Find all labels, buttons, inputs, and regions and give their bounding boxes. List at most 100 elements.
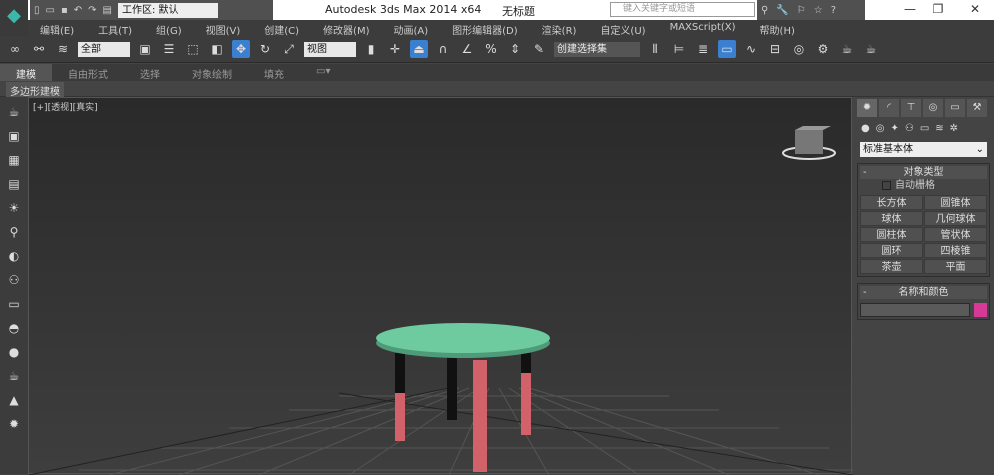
scene-explorer-icon[interactable]: ▭ xyxy=(718,40,736,58)
angle-snap-icon[interactable]: ∠ xyxy=(458,40,476,58)
menu-rendering[interactable]: 渲染(R) xyxy=(530,20,589,37)
table-model[interactable] xyxy=(376,323,550,472)
menu-maxscript[interactable]: MAXScript(X) xyxy=(658,20,748,36)
viewcube[interactable] xyxy=(782,126,836,160)
ribbon-options-icon[interactable]: ▭▾ xyxy=(300,64,346,81)
undo-icon[interactable]: ↶ xyxy=(74,5,82,16)
geosphere-button[interactable]: 几何球体 xyxy=(924,211,987,226)
menu-modifiers[interactable]: 修改器(M) xyxy=(311,20,381,37)
modify-tab-icon[interactable]: ◜ xyxy=(879,99,899,117)
search-input[interactable]: 键入关键字或短语 xyxy=(610,2,755,17)
new-icon[interactable]: ▯ xyxy=(34,5,40,16)
star-icon[interactable]: ☆ xyxy=(814,5,823,16)
rendered-frame-icon[interactable]: ☕ xyxy=(838,40,856,58)
menu-views[interactable]: 视图(V) xyxy=(194,20,253,37)
object-color-swatch[interactable] xyxy=(974,303,987,317)
curve-editor-icon[interactable]: ∿ xyxy=(742,40,760,58)
render-icon[interactable]: ☕ xyxy=(862,40,880,58)
menu-graph-editors[interactable]: 图形编辑器(D) xyxy=(440,20,530,37)
cone-button[interactable]: 圆锥体 xyxy=(924,195,987,210)
motion-tab-icon[interactable]: ◎ xyxy=(923,99,943,117)
app-logo-button[interactable]: ◆ xyxy=(0,0,28,36)
menu-animation[interactable]: 动画(A) xyxy=(382,20,441,37)
rotate-icon[interactable]: ↻ xyxy=(256,40,274,58)
cameras-icon[interactable]: ⚇ xyxy=(905,123,914,134)
unlink-icon[interactable]: ⚯ xyxy=(30,40,48,58)
shapes-icon[interactable]: ◎ xyxy=(876,123,885,134)
align-icon[interactable]: ⊨ xyxy=(670,40,688,58)
menu-edit[interactable]: 编辑(E) xyxy=(28,20,86,37)
systems-icon[interactable]: ✲ xyxy=(950,123,958,134)
plane-button[interactable]: 平面 xyxy=(924,259,987,274)
menu-tools[interactable]: 工具(T) xyxy=(86,20,144,37)
tab-modeling[interactable]: 建模 xyxy=(0,64,52,81)
light-icon[interactable]: ☀ xyxy=(5,199,23,217)
cylinder-button[interactable]: 圆柱体 xyxy=(860,227,923,242)
menu-create[interactable]: 创建(C) xyxy=(252,20,311,37)
teapot2-icon[interactable]: ☕ xyxy=(5,367,23,385)
box-icon[interactable]: ▭ xyxy=(5,295,23,313)
reference-coord-dropdown[interactable]: 视图 xyxy=(304,41,356,57)
window-crossing-icon[interactable]: ◧ xyxy=(208,40,226,58)
motion-icon[interactable]: ◐ xyxy=(5,247,23,265)
keyboard-shortcut-icon[interactable]: ⏏ xyxy=(410,40,428,58)
box-button[interactable]: 长方体 xyxy=(860,195,923,210)
minimize-button[interactable]: — xyxy=(895,2,925,16)
cone-icon[interactable]: ▲ xyxy=(5,391,23,409)
binoculars-icon[interactable]: ⚲ xyxy=(761,5,768,16)
grid-icon[interactable]: ▤ xyxy=(5,175,23,193)
tab-freeform[interactable]: 自由形式 xyxy=(52,64,124,81)
project-icon[interactable]: ▤ xyxy=(103,5,112,16)
menu-customize[interactable]: 自定义(U) xyxy=(588,20,657,37)
schematic-view-icon[interactable]: ⊟ xyxy=(766,40,784,58)
rollout-header[interactable]: - 名称和颜色 xyxy=(860,286,987,299)
teapot-icon[interactable]: ☕ xyxy=(5,103,23,121)
redo-icon[interactable]: ↷ xyxy=(88,5,96,16)
material-editor-icon[interactable]: ◎ xyxy=(790,40,808,58)
select-by-name-icon[interactable]: ☰ xyxy=(160,40,178,58)
menu-help[interactable]: 帮助(H) xyxy=(748,20,807,37)
link-icon[interactable]: ∞ xyxy=(6,40,24,58)
selection-filter-dropdown[interactable]: 全部 xyxy=(78,41,130,57)
lights-icon[interactable]: ✦ xyxy=(890,123,898,134)
rollout-header[interactable]: - 对象类型 xyxy=(860,166,987,179)
hemisphere-icon[interactable]: ◓ xyxy=(5,319,23,337)
tab-selection[interactable]: 选择 xyxy=(124,64,176,81)
sun-icon[interactable]: ✹ xyxy=(5,415,23,433)
torus-button[interactable]: 圆环 xyxy=(860,243,923,258)
mirror-icon[interactable]: ⫴ xyxy=(646,40,664,58)
select-object-icon[interactable]: ▣ xyxy=(136,40,154,58)
scale-icon[interactable]: ⤢ xyxy=(280,40,298,58)
menu-group[interactable]: 组(G) xyxy=(144,20,194,37)
satellite-icon[interactable]: ⚐ xyxy=(797,5,806,16)
utilities-tab-icon[interactable]: ⚒ xyxy=(967,99,987,117)
manipulate-icon[interactable]: ✛ xyxy=(386,40,404,58)
image-icon[interactable]: ▣ xyxy=(5,127,23,145)
camera-icon[interactable]: ⚲ xyxy=(5,223,23,241)
workspace-dropdown[interactable]: 工作区: 默认 xyxy=(117,2,218,18)
open-icon[interactable]: ▭ xyxy=(46,5,55,16)
sphere-button[interactable]: 球体 xyxy=(860,211,923,226)
named-selection-dropdown[interactable]: 创建选择集 xyxy=(554,41,640,57)
close-button[interactable]: ✕ xyxy=(960,2,990,16)
wrench-icon[interactable]: 🔧 xyxy=(776,5,788,16)
edit-named-selection-icon[interactable]: ✎ xyxy=(530,40,548,58)
help-icon[interactable]: ? xyxy=(831,5,836,16)
layer-icon[interactable]: ≣ xyxy=(694,40,712,58)
percent-snap-icon[interactable]: % xyxy=(482,40,500,58)
rect-selection-icon[interactable]: ⬚ xyxy=(184,40,202,58)
maximize-button[interactable]: ❐ xyxy=(923,2,953,16)
save-icon[interactable]: ▪ xyxy=(61,5,68,16)
hierarchy-tab-icon[interactable]: ⊤ xyxy=(901,99,921,117)
tube-button[interactable]: 管状体 xyxy=(924,227,987,242)
perspective-viewport[interactable]: [+][透视][真实] xyxy=(28,97,853,475)
tab-object-paint[interactable]: 对象绘制 xyxy=(176,64,248,81)
display-tab-icon[interactable]: ▭ xyxy=(945,99,965,117)
autogrid-checkbox[interactable]: 自动栅格 xyxy=(860,179,987,193)
helpers-icon[interactable]: ▭ xyxy=(920,123,929,134)
calculator-icon[interactable]: ▦ xyxy=(5,151,23,169)
spacewarps-icon[interactable]: ≋ xyxy=(935,123,943,134)
sphere-icon[interactable]: ● xyxy=(5,343,23,361)
move-icon[interactable]: ✥ xyxy=(232,40,250,58)
pyramid-button[interactable]: 四棱锥 xyxy=(924,243,987,258)
